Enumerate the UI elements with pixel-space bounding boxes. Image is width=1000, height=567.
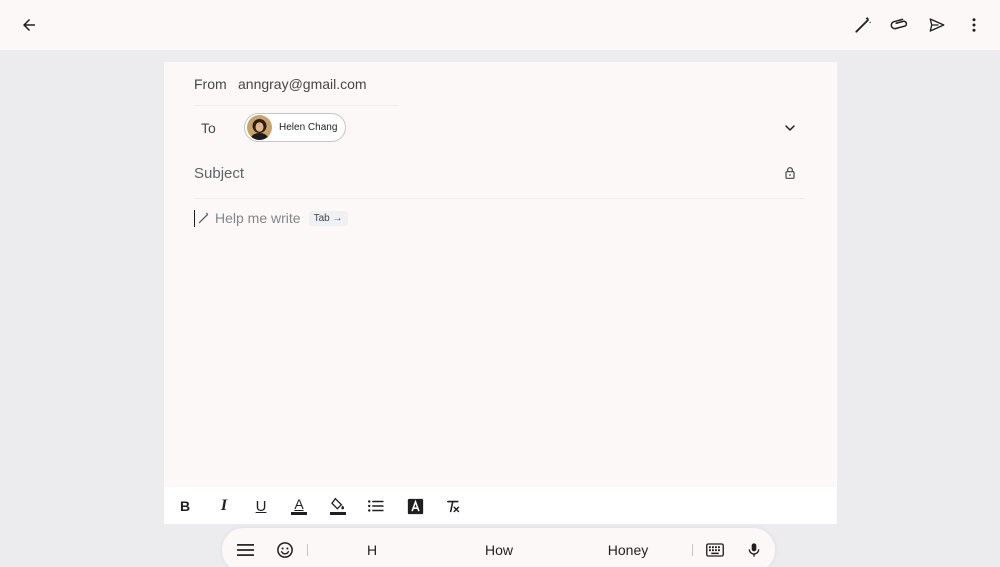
recipient-chip[interactable]: Helen Chang [244,113,346,142]
suggestion-1[interactable]: H [367,542,377,558]
avatar [247,115,272,140]
highlight-swatch [330,512,346,515]
subject-divider [194,198,804,199]
italic-button[interactable]: I [213,495,235,517]
compose-card: From anngray@gmail.com To Helen Chang Su… [164,62,837,524]
from-address[interactable]: anngray@gmail.com [238,76,367,92]
bulleted-list-button[interactable] [365,495,387,517]
back-arrow-icon[interactable] [15,11,43,39]
keyboard-suggestion-bar: H How Honey [222,528,775,567]
format-toolbar: B I U A [164,487,837,524]
text-color-swatch [291,512,307,515]
text-cursor [194,209,195,227]
clear-formatting-button[interactable] [442,495,464,517]
lock-icon[interactable] [776,159,804,187]
chevron-down-icon[interactable] [776,114,804,142]
more-vert-icon[interactable] [960,11,988,39]
text-color-button[interactable]: A [288,495,310,517]
tab-shortcut-badge: Tab → [308,210,348,226]
subject-field[interactable]: Subject [194,165,244,182]
bold-button[interactable]: B [174,495,196,517]
emoji-icon[interactable] [274,539,296,561]
top-app-bar [0,0,1000,50]
highlight-color-button[interactable] [327,495,349,517]
help-me-write-hint[interactable]: Help me write [215,210,301,226]
from-divider [194,105,399,106]
suggestion-2[interactable]: How [485,542,513,558]
recipient-name: Helen Chang [279,122,338,133]
suggestion-divider [692,544,693,556]
fill-bucket-icon [330,497,346,511]
suggestion-3[interactable]: Honey [608,542,648,558]
microphone-icon[interactable] [743,539,765,561]
send-icon[interactable] [923,11,951,39]
text-background-button[interactable] [404,495,426,517]
attach-icon[interactable] [886,11,914,39]
magic-pen-icon [197,211,211,225]
menu-icon[interactable] [234,539,256,561]
magic-pen-icon[interactable] [849,11,877,39]
from-label: From [194,76,227,92]
suggestion-divider [307,544,308,556]
keyboard-icon[interactable] [704,539,726,561]
message-body[interactable]: Help me write Tab → [194,208,348,228]
to-label: To [201,120,216,136]
underline-button[interactable]: U [250,495,272,517]
